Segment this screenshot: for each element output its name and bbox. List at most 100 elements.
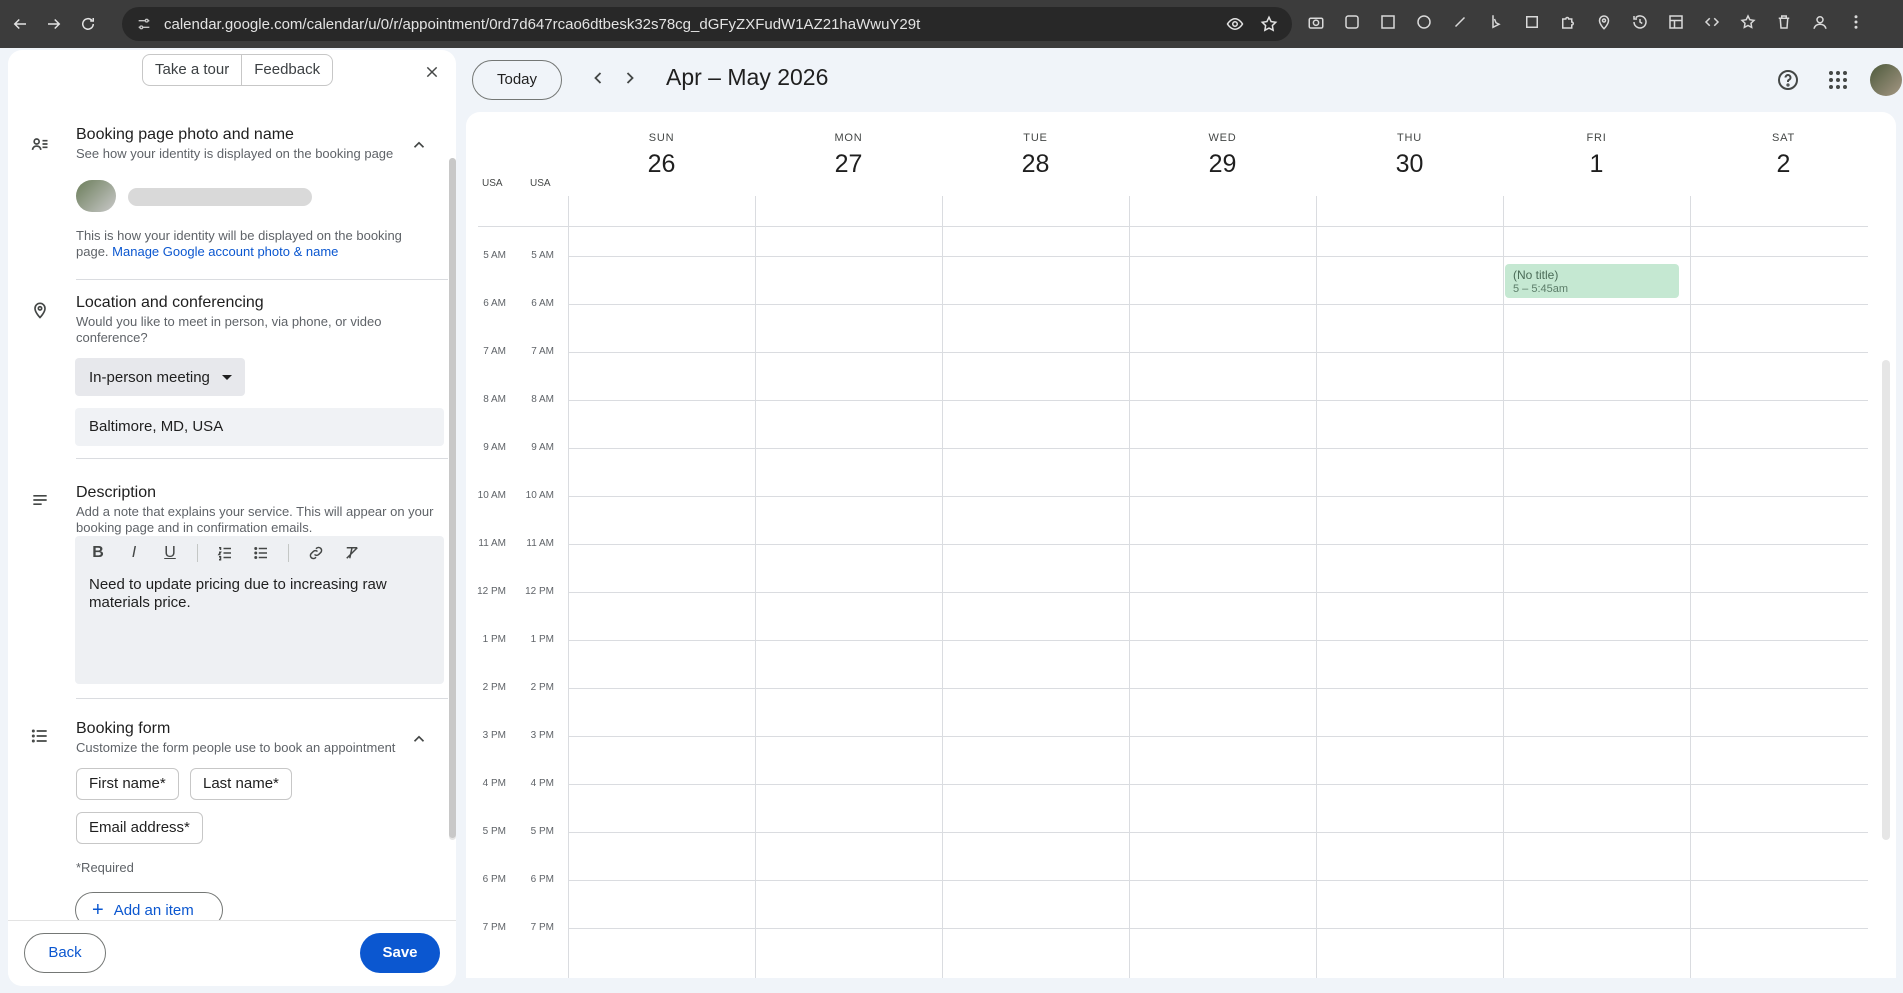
prev-week-icon[interactable]: [588, 68, 612, 92]
back-button[interactable]: Back: [24, 933, 106, 973]
hour-label: 1 PM: [482, 634, 506, 645]
extension-icon[interactable]: [1342, 12, 1362, 32]
list-icon: [30, 726, 50, 746]
calendar-event[interactable]: (No title) 5 – 5:45am: [1505, 264, 1679, 298]
table-icon[interactable]: [1666, 12, 1686, 32]
hour-line: [568, 880, 1868, 881]
account-avatar[interactable]: [1870, 64, 1902, 96]
hour-label: 12 PM: [525, 586, 554, 597]
day-header-wed[interactable]: WED 29: [1129, 132, 1316, 179]
extension-icon[interactable]: [1378, 12, 1398, 32]
hour-line: [568, 352, 1868, 353]
hour-line: [568, 784, 1868, 785]
today-button[interactable]: Today: [472, 60, 562, 100]
appointment-settings-panel: Take a tour Feedback Booking page photo …: [8, 50, 456, 986]
hour-line: [568, 640, 1868, 641]
forward-arrow-icon[interactable]: [40, 10, 68, 38]
apps-grid-icon[interactable]: [1826, 68, 1850, 92]
eye-off-icon[interactable]: [1226, 15, 1244, 38]
hour-label: 2 PM: [482, 682, 506, 693]
hour-line: [568, 928, 1868, 929]
bookmark-star-icon[interactable]: [1260, 15, 1278, 38]
hour-label: 3 PM: [482, 730, 506, 741]
hour-label: 3 PM: [530, 730, 554, 741]
hour-label: 10 AM: [477, 490, 506, 501]
save-button[interactable]: Save: [360, 933, 440, 973]
hour-label: 10 AM: [525, 490, 554, 501]
event-time: 5 – 5:45am: [1513, 283, 1569, 295]
extension-icon[interactable]: [1450, 12, 1470, 32]
extension-icon[interactable]: [1414, 12, 1434, 32]
hour-label: 11 AM: [526, 538, 554, 549]
hour-line: [568, 832, 1868, 833]
help-icon[interactable]: [1776, 68, 1800, 92]
hour-label: 7 AM: [531, 346, 554, 357]
url-text[interactable]: calendar.google.com/calendar/u/0/r/appoi…: [164, 16, 920, 33]
hour-label: 12 PM: [477, 586, 506, 597]
hour-label: 4 PM: [530, 778, 554, 789]
hour-label: 1 PM: [530, 634, 554, 645]
hour-label: 7 PM: [530, 922, 554, 933]
form-field-chip[interactable]: First name*: [76, 768, 179, 800]
back-arrow-icon[interactable]: [6, 10, 34, 38]
code-icon[interactable]: [1702, 12, 1722, 32]
bing-icon[interactable]: [1486, 12, 1506, 32]
hour-label: 8 AM: [483, 394, 506, 405]
hour-label: 9 AM: [531, 442, 554, 453]
hour-line: [568, 688, 1868, 689]
hour-line: [568, 256, 1868, 257]
hour-line: [568, 592, 1868, 593]
column-divider: [942, 196, 943, 978]
reload-icon[interactable]: [74, 10, 102, 38]
address-bar[interactable]: calendar.google.com/calendar/u/0/r/appoi…: [122, 7, 1292, 41]
trash-icon[interactable]: [1774, 12, 1794, 32]
day-header-fri[interactable]: FRI 1: [1503, 132, 1690, 179]
required-note: *Required: [76, 860, 134, 875]
hour-line: [568, 400, 1868, 401]
column-divider: [568, 196, 569, 978]
column-divider: [1503, 196, 1504, 978]
hour-label: 6 PM: [530, 874, 554, 885]
hour-label: 6 PM: [482, 874, 506, 885]
hour-label: 6 AM: [483, 298, 506, 309]
column-divider: [755, 196, 756, 978]
puzzle-icon[interactable]: [1558, 12, 1578, 32]
day-header-sat[interactable]: SAT 2: [1690, 132, 1877, 179]
hour-line: [568, 736, 1868, 737]
extension-icon[interactable]: [1522, 12, 1542, 32]
hour-label: 2 PM: [530, 682, 554, 693]
menu-dots-icon[interactable]: [1846, 12, 1866, 32]
section-booking-form: Booking form Customize the form people u…: [8, 50, 448, 930]
hour-label: 5 AM: [483, 250, 506, 261]
panel-footer: Back Save: [8, 920, 456, 986]
location-pin-icon[interactable]: [1594, 12, 1614, 32]
day-header-thu[interactable]: THU 30: [1316, 132, 1503, 179]
all-day-divider: [478, 226, 1868, 227]
history-icon[interactable]: [1630, 12, 1650, 32]
timezone-label[interactable]: USA: [482, 178, 503, 189]
hour-line: [568, 496, 1868, 497]
hour-label: 11 AM: [478, 538, 506, 549]
chevron-up-icon[interactable]: [410, 730, 428, 748]
calendar-scrollbar[interactable]: [1882, 360, 1890, 840]
column-divider: [1316, 196, 1317, 978]
star-list-icon[interactable]: [1738, 12, 1758, 32]
plus-icon: +: [92, 899, 104, 921]
timezone-label[interactable]: USA: [530, 178, 551, 189]
hour-label: 7 AM: [483, 346, 506, 357]
form-field-chip[interactable]: Last name*: [190, 768, 292, 800]
event-title: (No title): [1513, 268, 1559, 282]
hour-line: [568, 544, 1868, 545]
hour-label: 9 AM: [483, 442, 506, 453]
camera-extension-icon[interactable]: [1306, 12, 1326, 32]
day-header-sun[interactable]: SUN 26: [568, 132, 755, 179]
panel-scrollbar-thumb[interactable]: [449, 158, 456, 838]
site-info-icon[interactable]: [136, 16, 152, 32]
next-week-icon[interactable]: [620, 68, 644, 92]
day-header-tue[interactable]: TUE 28: [942, 132, 1129, 179]
date-range-title: Apr – May 2026: [666, 64, 829, 90]
form-field-chip[interactable]: Email address*: [76, 812, 203, 844]
day-header-mon[interactable]: MON 27: [755, 132, 942, 179]
hour-label: 4 PM: [482, 778, 506, 789]
profile-icon[interactable]: [1810, 12, 1830, 32]
